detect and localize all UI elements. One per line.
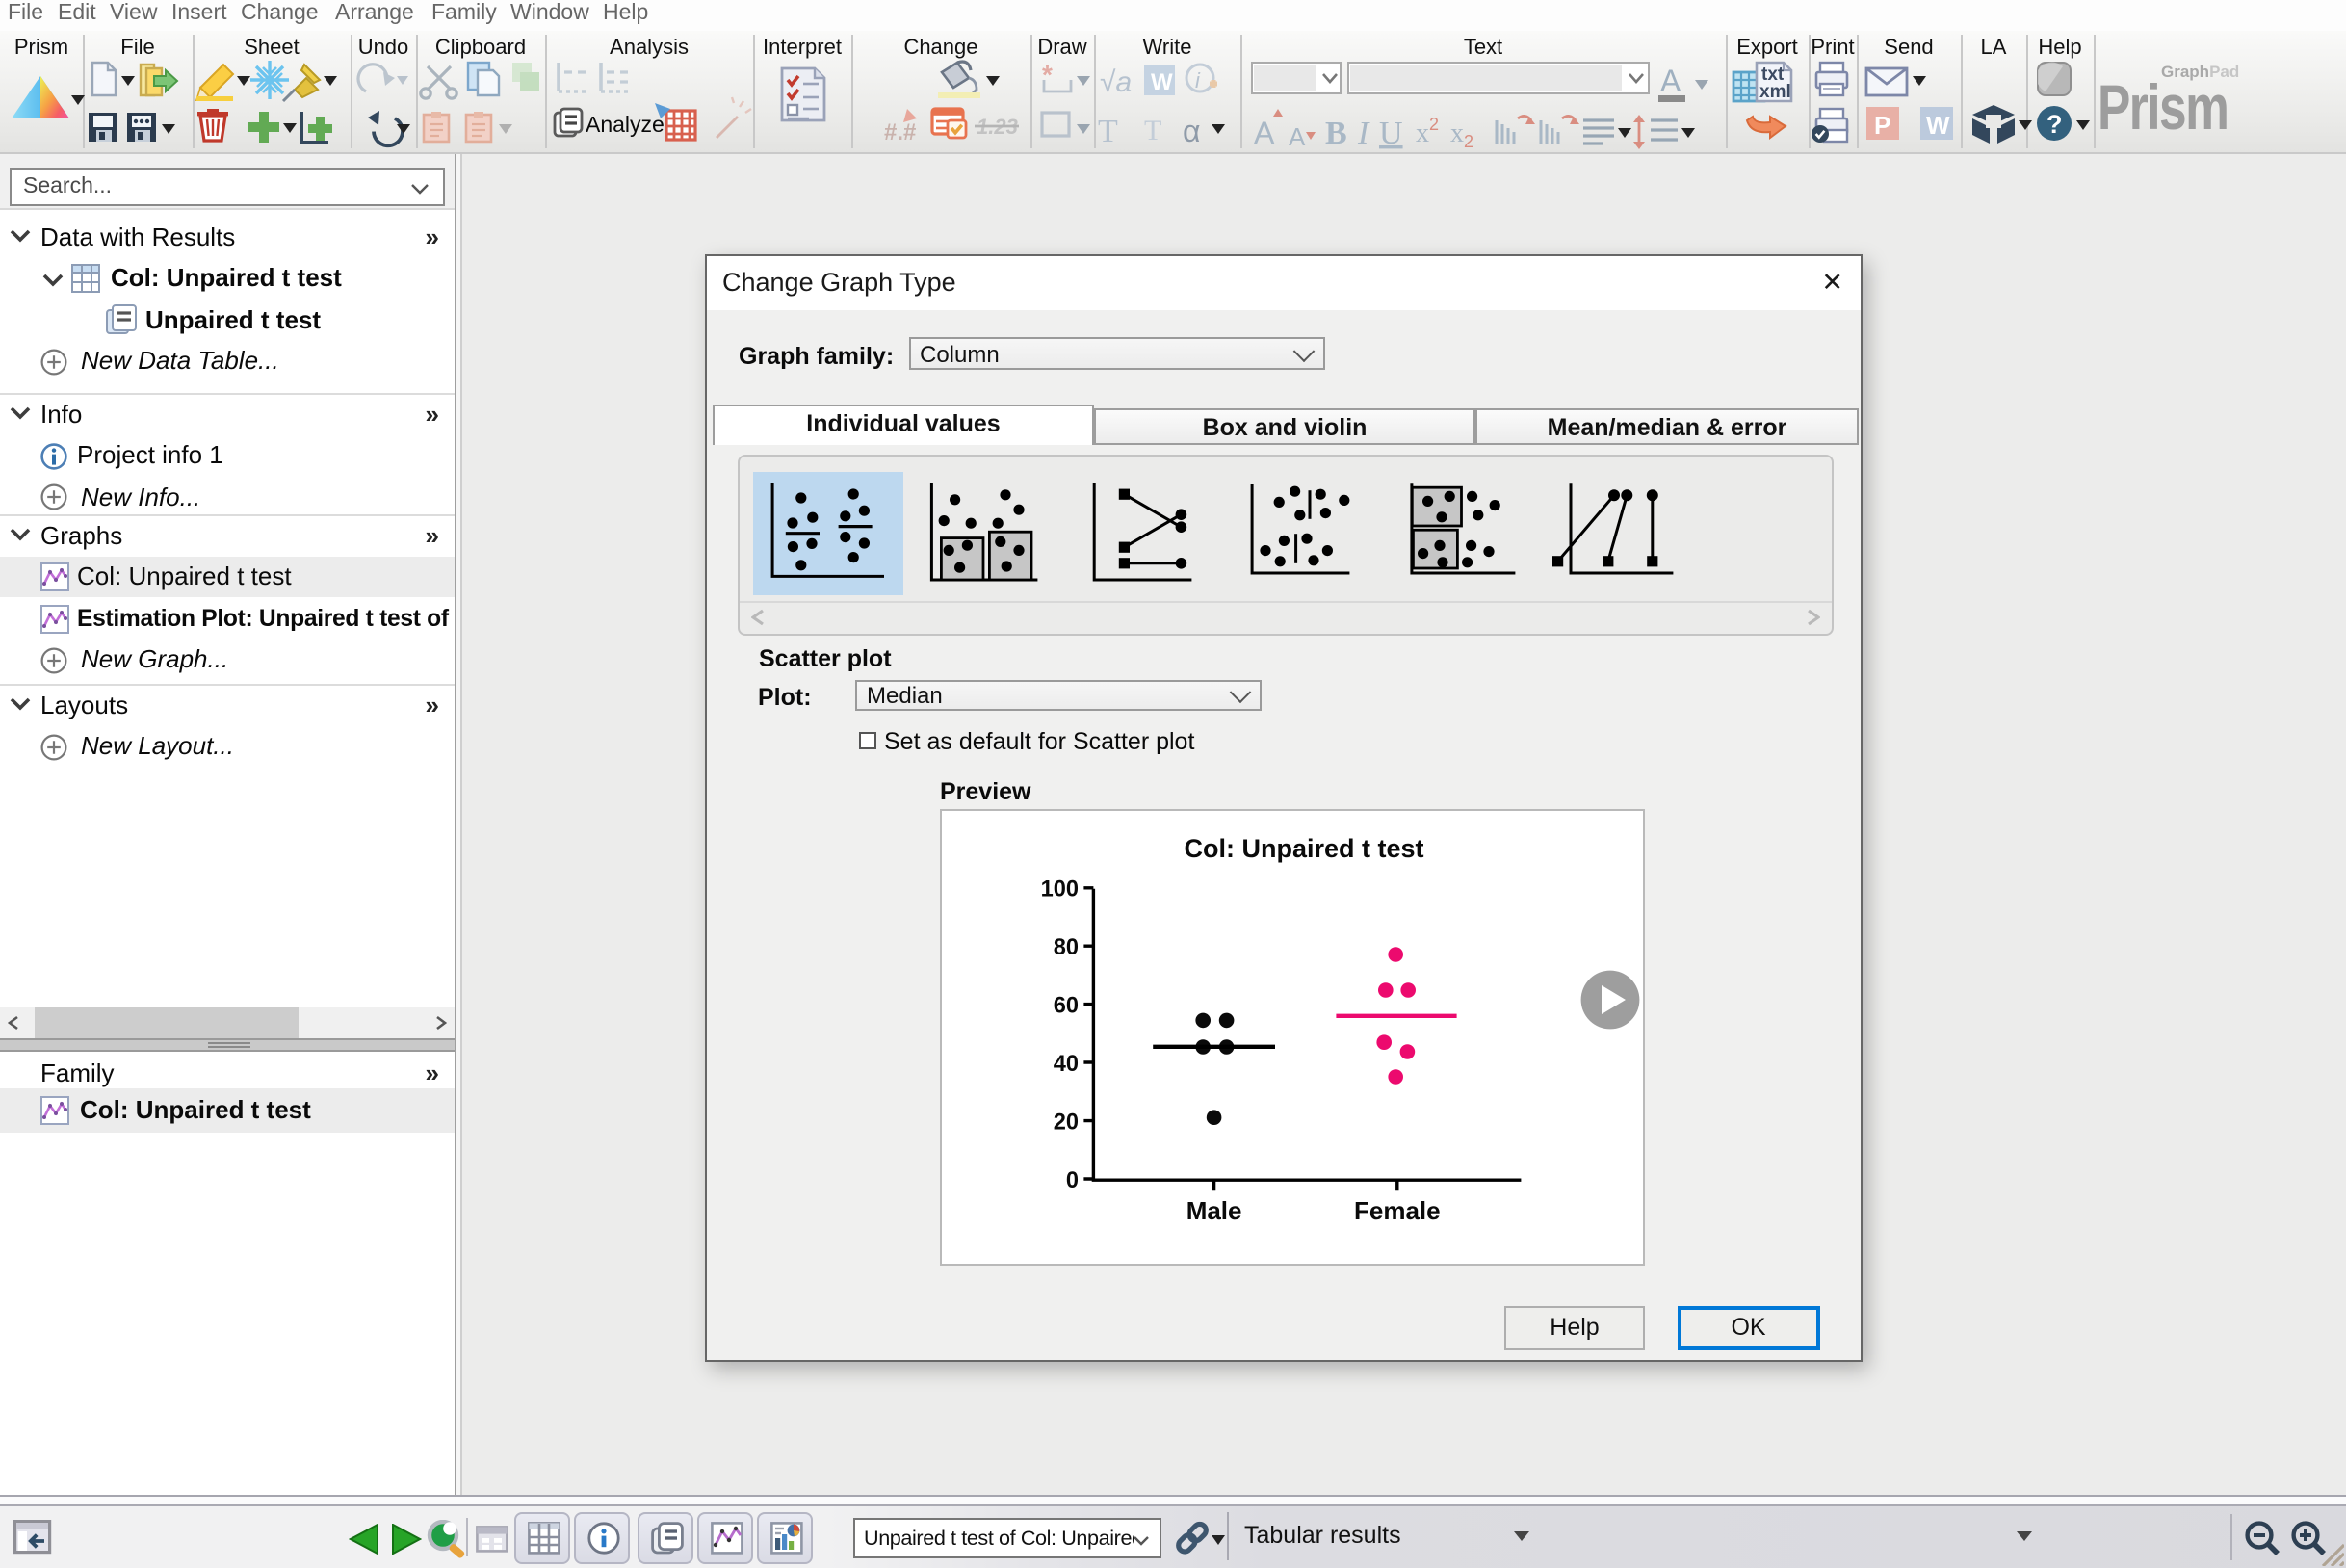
svg-text:A: A xyxy=(1660,64,1681,98)
svg-text:i: i xyxy=(1195,68,1201,92)
svg-text:P: P xyxy=(1874,111,1890,140)
svg-text:B: B xyxy=(1325,116,1347,151)
svg-text:W: W xyxy=(1151,69,1173,95)
svg-text:xml: xml xyxy=(1760,82,1791,102)
svg-text:A: A xyxy=(1254,116,1275,150)
svg-text:#.#: #.# xyxy=(884,119,916,145)
svg-text:40: 40 xyxy=(1054,1052,1079,1077)
svg-text:A: A xyxy=(1289,122,1306,151)
svg-text:2: 2 xyxy=(1464,132,1473,151)
svg-text:x: x xyxy=(1450,118,1464,148)
svg-text:Male: Male xyxy=(1186,1196,1242,1225)
svg-text:T: T xyxy=(1144,115,1161,146)
svg-text:Col: Unpaired t test: Col: Unpaired t test xyxy=(1185,834,1424,863)
svg-text:T: T xyxy=(1098,114,1118,149)
svg-text:2: 2 xyxy=(1429,115,1439,134)
svg-text:U: U xyxy=(1379,116,1403,151)
svg-text:x: x xyxy=(1416,118,1429,148)
svg-text:√a: √a xyxy=(1100,66,1132,98)
svg-text:α: α xyxy=(1183,114,1201,148)
svg-text:0: 0 xyxy=(1066,1168,1079,1193)
svg-text:W: W xyxy=(1926,111,1950,140)
svg-text:60: 60 xyxy=(1054,993,1079,1018)
svg-text:100: 100 xyxy=(1041,877,1079,902)
svg-text:Analyze: Analyze xyxy=(586,112,665,137)
svg-text:I: I xyxy=(1357,116,1370,151)
svg-text:20: 20 xyxy=(1054,1110,1079,1135)
svg-text:80: 80 xyxy=(1054,935,1079,960)
svg-text:?: ? xyxy=(2046,110,2063,139)
svg-text:Female: Female xyxy=(1355,1196,1442,1225)
